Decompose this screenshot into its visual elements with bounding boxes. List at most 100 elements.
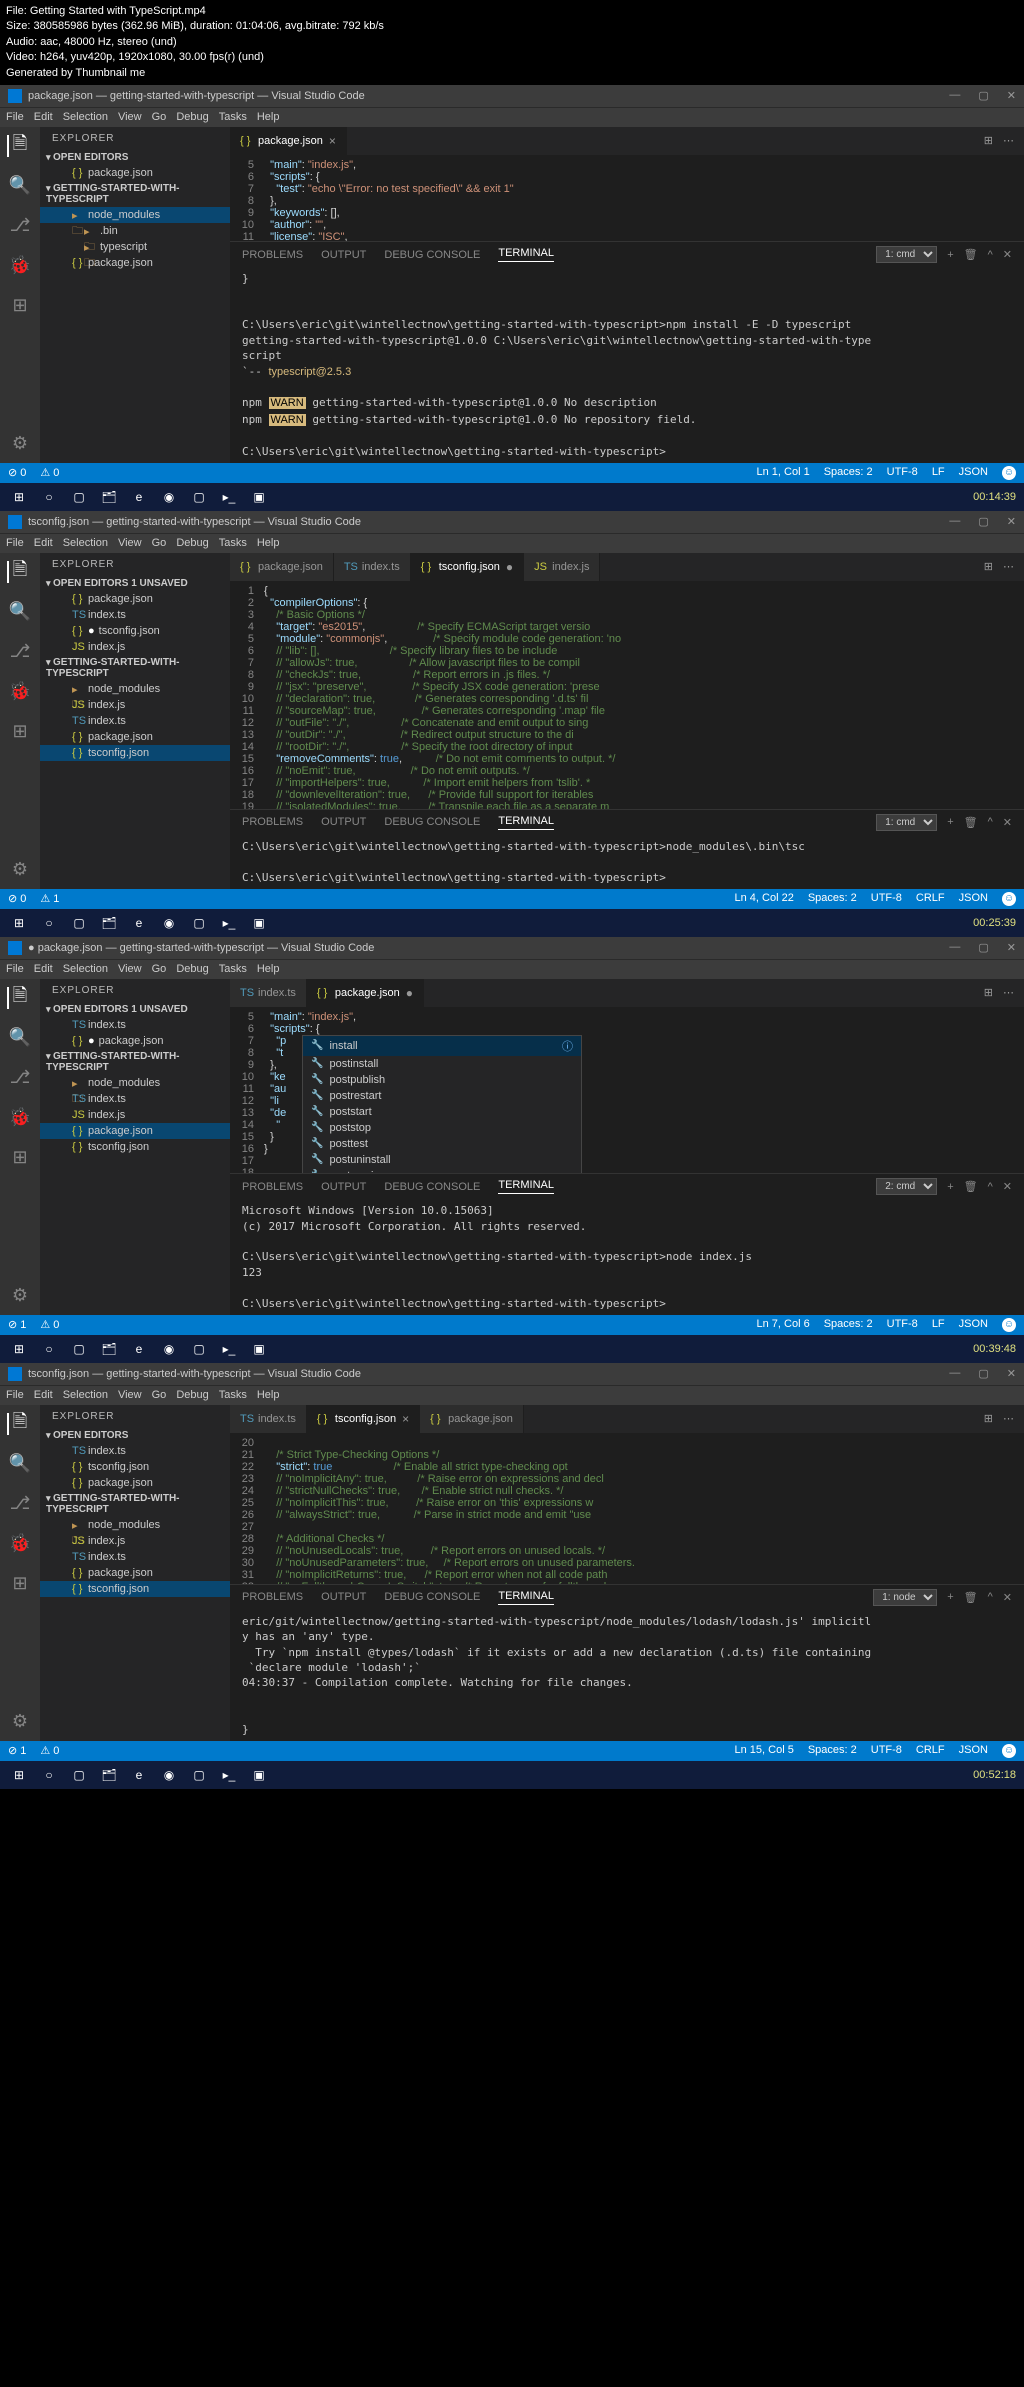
- taskbar-search-icon[interactable]: ○: [37, 1339, 61, 1359]
- menu-item[interactable]: File: [6, 537, 24, 549]
- status-item[interactable]: ⊘ 0: [8, 892, 26, 905]
- maximize-panel-icon[interactable]: ^: [988, 816, 993, 828]
- editor-tab[interactable]: TSindex.ts: [230, 1405, 307, 1433]
- editor-tab[interactable]: JSindex.js: [524, 553, 600, 581]
- menu-item[interactable]: View: [118, 963, 142, 975]
- status-item[interactable]: UTF-8: [887, 466, 918, 480]
- status-item[interactable]: ⚠ 1: [40, 892, 59, 905]
- status-item[interactable]: CRLF: [916, 1744, 945, 1758]
- split-icon[interactable]: ⊞: [984, 1412, 993, 1425]
- menu-item[interactable]: Edit: [34, 963, 53, 975]
- tree-item[interactable]: JSindex.js: [40, 1107, 230, 1123]
- tab-close-icon[interactable]: ●: [506, 560, 513, 574]
- panel-tab[interactable]: DEBUG CONSOLE: [384, 1591, 480, 1603]
- tree-item[interactable]: { }tsconfig.json: [40, 745, 230, 761]
- terminal-taskbar-icon[interactable]: ▸_: [217, 1765, 241, 1785]
- taskbar-search-icon[interactable]: ○: [37, 1765, 61, 1785]
- more-icon[interactable]: ⋯: [1003, 1412, 1014, 1425]
- open-editor-item[interactable]: TSindex.ts: [40, 607, 230, 623]
- terminal-select[interactable]: 1: cmd: [876, 246, 937, 263]
- menu-item[interactable]: Selection: [63, 963, 108, 975]
- explorer-icon[interactable]: 🗎: [7, 561, 29, 583]
- tab-close-icon[interactable]: ×: [402, 1412, 409, 1426]
- status-item[interactable]: UTF-8: [887, 1318, 918, 1332]
- minimize-icon[interactable]: —: [949, 941, 960, 954]
- tree-item[interactable]: { }package.json: [40, 1565, 230, 1581]
- editor-tab[interactable]: { }package.json: [230, 553, 334, 581]
- project-section[interactable]: GETTING-STARTED-WITH-TYPESCRIPT: [40, 1491, 230, 1517]
- kill-terminal-icon[interactable]: 🗑: [964, 816, 978, 829]
- tree-item[interactable]: ▸ 🗀node_modules: [40, 681, 230, 697]
- tree-item[interactable]: { }package.json: [40, 1123, 230, 1139]
- menu-item[interactable]: Tasks: [219, 111, 247, 123]
- editor-tab[interactable]: TSindex.ts: [230, 979, 307, 1007]
- status-item[interactable]: ⊘ 0: [8, 466, 26, 479]
- tab-close-icon[interactable]: ●: [406, 986, 413, 1000]
- open-editor-item[interactable]: TSindex.ts: [40, 1443, 230, 1459]
- minimize-icon[interactable]: —: [949, 515, 960, 528]
- menu-item[interactable]: Debug: [176, 1389, 208, 1401]
- status-item[interactable]: ⊘ 1: [8, 1318, 26, 1331]
- chrome-icon[interactable]: ◉: [157, 1765, 181, 1785]
- tree-item[interactable]: ▸ 🗀node_modules: [40, 1075, 230, 1091]
- status-item[interactable]: Spaces: 2: [824, 1318, 873, 1332]
- more-icon[interactable]: ⋯: [1003, 986, 1014, 999]
- vscode-taskbar-icon[interactable]: ▣: [247, 1339, 271, 1359]
- windows-start-icon[interactable]: ⊞: [7, 1765, 31, 1785]
- code-editor[interactable]: 5 "main": "index.js",6 "scripts": {7 "te…: [230, 155, 1024, 241]
- open-editor-item[interactable]: JSindex.js: [40, 639, 230, 655]
- menu-item[interactable]: Go: [152, 963, 167, 975]
- search-icon[interactable]: 🔍: [9, 601, 31, 623]
- status-item[interactable]: ⚠ 0: [40, 466, 59, 479]
- tree-item[interactable]: { }package.json: [40, 255, 230, 271]
- tree-item[interactable]: { }package.json: [40, 729, 230, 745]
- debug-icon[interactable]: 🐞: [9, 1533, 31, 1555]
- status-item[interactable]: JSON: [959, 1318, 988, 1332]
- open-editor-item[interactable]: { }● package.json: [40, 1033, 230, 1049]
- status-item[interactable]: ⊘ 1: [8, 1744, 26, 1757]
- split-icon[interactable]: ⊞: [984, 986, 993, 999]
- open-editor-item[interactable]: { }tsconfig.json: [40, 1459, 230, 1475]
- code-editor[interactable]: 2021 /* Strict Type-Checking Options */2…: [230, 1433, 1024, 1584]
- feedback-icon[interactable]: ☺: [1002, 892, 1016, 906]
- panel-tab[interactable]: TERMINAL: [498, 1179, 554, 1194]
- feedback-icon[interactable]: ☺: [1002, 466, 1016, 480]
- editor-tab[interactable]: { }package.json: [420, 1405, 524, 1433]
- menu-item[interactable]: Go: [152, 537, 167, 549]
- panel-tab[interactable]: OUTPUT: [321, 249, 366, 261]
- vscode-taskbar-icon[interactable]: ▣: [247, 487, 271, 507]
- kill-terminal-icon[interactable]: 🗑: [964, 248, 978, 261]
- status-item[interactable]: Ln 15, Col 5: [735, 1744, 794, 1758]
- menu-item[interactable]: Edit: [34, 1389, 53, 1401]
- extensions-icon[interactable]: ⊞: [9, 1147, 31, 1169]
- explorer-icon[interactable]: 🗎: [7, 987, 29, 1009]
- menu-item[interactable]: Tasks: [219, 1389, 247, 1401]
- autocomplete-item[interactable]: 🔧postrestart: [303, 1088, 581, 1104]
- chrome-icon[interactable]: ◉: [157, 487, 181, 507]
- editor-tab[interactable]: { }package.json×: [230, 127, 347, 155]
- app-icon[interactable]: ▢: [187, 913, 211, 933]
- terminal-output[interactable]: } C:\Users\eric\git\wintellectnow\gettin…: [230, 267, 1024, 463]
- terminal-output[interactable]: C:\Users\eric\git\wintellectnow\getting-…: [230, 835, 1024, 889]
- menu-item[interactable]: View: [118, 537, 142, 549]
- taskview-icon[interactable]: ▢: [67, 913, 91, 933]
- status-item[interactable]: Spaces: 2: [808, 1744, 857, 1758]
- tree-item[interactable]: TSindex.ts: [40, 1549, 230, 1565]
- new-terminal-icon[interactable]: +: [947, 1181, 953, 1193]
- autocomplete-popup[interactable]: 🔧installⓘ🔧postinstall🔧postpublish🔧postre…: [302, 1035, 582, 1173]
- terminal-taskbar-icon[interactable]: ▸_: [217, 487, 241, 507]
- editor-tab[interactable]: { }tsconfig.json●: [411, 553, 524, 581]
- gear-icon[interactable]: ⚙: [9, 859, 31, 881]
- panel-tab[interactable]: TERMINAL: [498, 815, 554, 830]
- autocomplete-item[interactable]: 🔧poststart: [303, 1104, 581, 1120]
- menu-item[interactable]: Edit: [34, 111, 53, 123]
- maximize-panel-icon[interactable]: ^: [988, 1591, 993, 1603]
- status-item[interactable]: ⚠ 0: [40, 1318, 59, 1331]
- menu-item[interactable]: Help: [257, 1389, 280, 1401]
- gear-icon[interactable]: ⚙: [9, 1711, 31, 1733]
- open-editors-section[interactable]: OPEN EDITORS: [40, 1428, 230, 1443]
- menu-item[interactable]: Edit: [34, 537, 53, 549]
- panel-tab[interactable]: OUTPUT: [321, 1591, 366, 1603]
- panel-tab[interactable]: DEBUG CONSOLE: [384, 816, 480, 828]
- explorer-taskbar-icon[interactable]: 🗂: [97, 1765, 121, 1785]
